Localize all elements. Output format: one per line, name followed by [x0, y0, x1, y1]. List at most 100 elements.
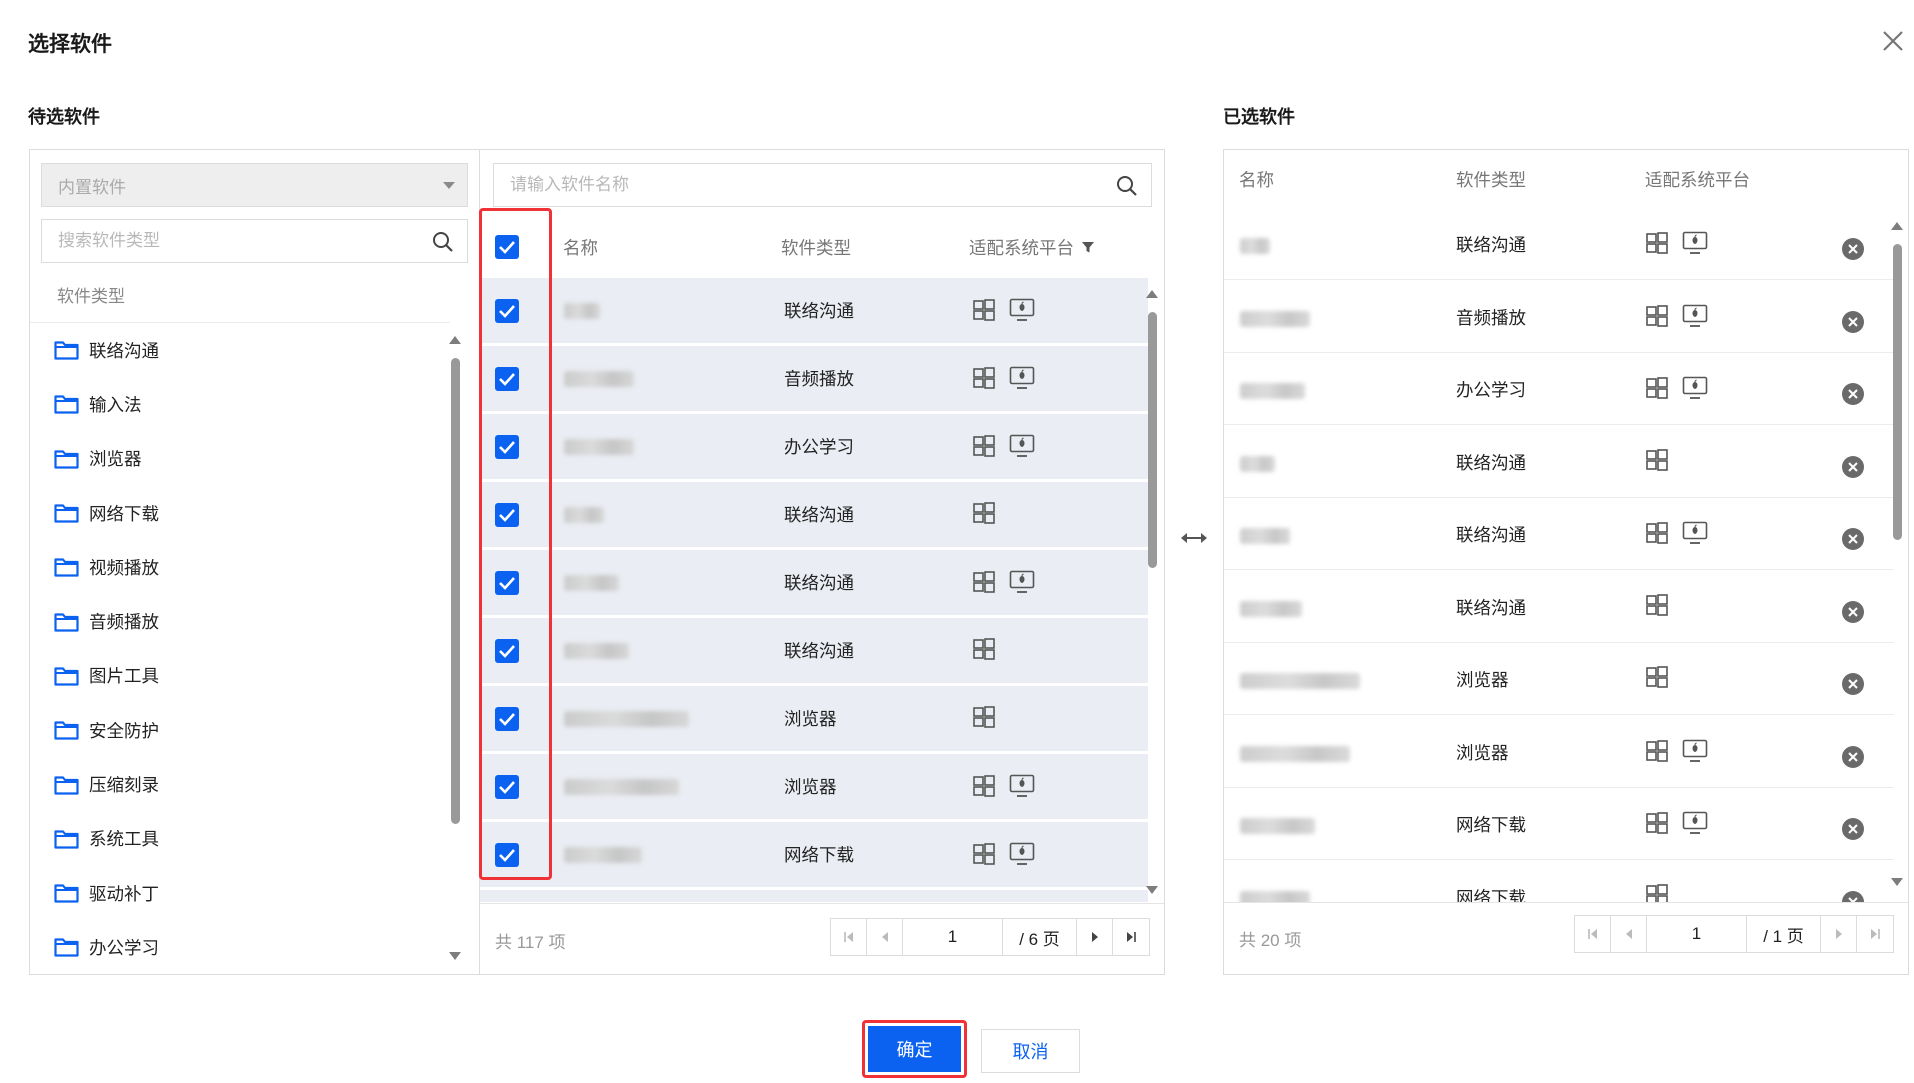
page-input[interactable]: 1 [903, 919, 1003, 955]
category-item[interactable]: 输入法 [30, 377, 450, 431]
software-row[interactable]: 浏览器 [480, 686, 1148, 751]
remove-icon[interactable] [1842, 310, 1864, 333]
remove-icon[interactable] [1842, 600, 1864, 623]
row-checkbox[interactable] [495, 503, 519, 527]
last-page-button[interactable] [1113, 919, 1149, 955]
remove-icon[interactable] [1842, 673, 1864, 695]
scroll-thumb[interactable] [451, 358, 460, 824]
software-search-box[interactable] [493, 163, 1152, 207]
category-source-select[interactable]: 内置软件 [41, 163, 468, 207]
page-input[interactable]: 1 [1647, 916, 1747, 952]
software-name [1240, 818, 1315, 834]
first-page-button[interactable] [1575, 916, 1611, 952]
selected-col-platform: 适配系统平台 [1645, 169, 1750, 190]
scroll-down-icon[interactable] [449, 952, 461, 960]
mac-icon [1009, 366, 1035, 389]
select-all-checkbox[interactable] [495, 235, 519, 259]
software-type: 浏览器 [784, 709, 837, 729]
category-scrollbar[interactable] [449, 336, 461, 960]
software-row[interactable]: 音频播放 [480, 346, 1148, 411]
scroll-thumb[interactable] [1148, 312, 1157, 568]
software-search-input[interactable] [510, 175, 1055, 195]
software-scrollbar[interactable] [1146, 290, 1158, 894]
software-name [1240, 238, 1270, 254]
prev-page-button[interactable] [1611, 916, 1647, 952]
category-item[interactable]: 压缩刻录 [30, 757, 450, 811]
folder-icon [54, 667, 79, 686]
software-type: 网络下载 [1456, 887, 1526, 903]
category-item[interactable]: 图片工具 [30, 649, 450, 703]
row-checkbox[interactable] [495, 639, 519, 663]
row-checkbox[interactable] [495, 367, 519, 391]
category-search-box[interactable] [41, 219, 468, 263]
next-page-button[interactable] [1077, 919, 1113, 955]
platform-icons [1645, 304, 1708, 328]
software-type: 网络下载 [1456, 815, 1526, 835]
category-item[interactable]: 安全防护 [30, 703, 450, 757]
software-row[interactable]: 浏览器 [480, 754, 1148, 819]
next-page-button[interactable] [1821, 916, 1857, 952]
row-checkbox[interactable] [495, 435, 519, 459]
chevron-down-icon [443, 182, 455, 189]
category-label: 驱动补丁 [89, 883, 159, 904]
software-row[interactable]: 联络沟通 [480, 278, 1148, 343]
category-item[interactable]: 联络沟通 [30, 323, 450, 377]
software-row-partial [480, 890, 1148, 902]
software-row[interactable]: 办公学习 [480, 414, 1148, 479]
first-page-button[interactable] [831, 919, 867, 955]
scroll-down-icon[interactable] [1146, 886, 1158, 894]
last-page-button[interactable] [1857, 916, 1893, 952]
row-checkbox[interactable] [495, 775, 519, 799]
software-type: 音频播放 [784, 369, 854, 389]
category-item[interactable]: 浏览器 [30, 432, 450, 486]
cancel-button[interactable]: 取消 [981, 1029, 1080, 1073]
remove-icon[interactable] [1842, 528, 1864, 550]
software-row[interactable]: 联络沟通 [480, 550, 1148, 615]
software-row[interactable]: 联络沟通 [480, 482, 1148, 547]
prev-page-button[interactable] [867, 919, 903, 955]
software-name [1240, 455, 1275, 472]
row-checkbox[interactable] [495, 707, 519, 731]
platform-icons [972, 706, 996, 728]
selected-footer-divider [1224, 902, 1908, 903]
category-label: 网络下载 [89, 503, 159, 524]
selected-pager: 1 / 1 页 [1574, 915, 1894, 953]
row-checkbox[interactable] [495, 571, 519, 595]
windows-icon [1646, 666, 1668, 688]
windows-icon [973, 435, 995, 457]
remove-icon[interactable] [1842, 745, 1864, 768]
platform-icons [1645, 376, 1708, 400]
search-icon[interactable] [1115, 174, 1139, 198]
remove-icon[interactable] [1842, 238, 1864, 260]
category-search-input[interactable] [58, 231, 406, 251]
row-checkbox[interactable] [495, 299, 519, 323]
category-item[interactable]: 驱动补丁 [30, 866, 450, 920]
filter-icon[interactable] [1081, 240, 1095, 254]
scroll-thumb[interactable] [1893, 244, 1902, 540]
category-item[interactable]: 视频播放 [30, 540, 450, 594]
search-icon[interactable] [431, 230, 455, 254]
category-item[interactable]: 网络下载 [30, 486, 450, 540]
remove-icon[interactable] [1842, 455, 1864, 478]
platform-icons [1645, 811, 1708, 835]
software-row[interactable]: 联络沟通 [480, 618, 1148, 683]
remove-icon[interactable] [1842, 383, 1864, 405]
confirm-button[interactable]: 确定 [868, 1026, 961, 1072]
scroll-up-icon[interactable] [449, 336, 461, 344]
software-name [564, 439, 634, 455]
scroll-up-icon[interactable] [1891, 222, 1903, 230]
scroll-up-icon[interactable] [1146, 290, 1158, 298]
row-checkbox[interactable] [495, 843, 519, 867]
scroll-down-icon[interactable] [1891, 878, 1903, 886]
close-icon[interactable] [1880, 28, 1906, 54]
selected-scrollbar[interactable] [1891, 222, 1903, 886]
software-name [564, 711, 689, 727]
remove-icon[interactable] [1842, 890, 1864, 902]
software-name [1240, 600, 1302, 617]
remove-icon[interactable] [1842, 818, 1864, 840]
windows-icon [1646, 522, 1668, 544]
category-item[interactable]: 音频播放 [30, 594, 450, 648]
category-item[interactable]: 办公学习 [30, 920, 450, 974]
category-item[interactable]: 系统工具 [30, 812, 450, 866]
software-row[interactable]: 网络下载 [480, 822, 1148, 887]
